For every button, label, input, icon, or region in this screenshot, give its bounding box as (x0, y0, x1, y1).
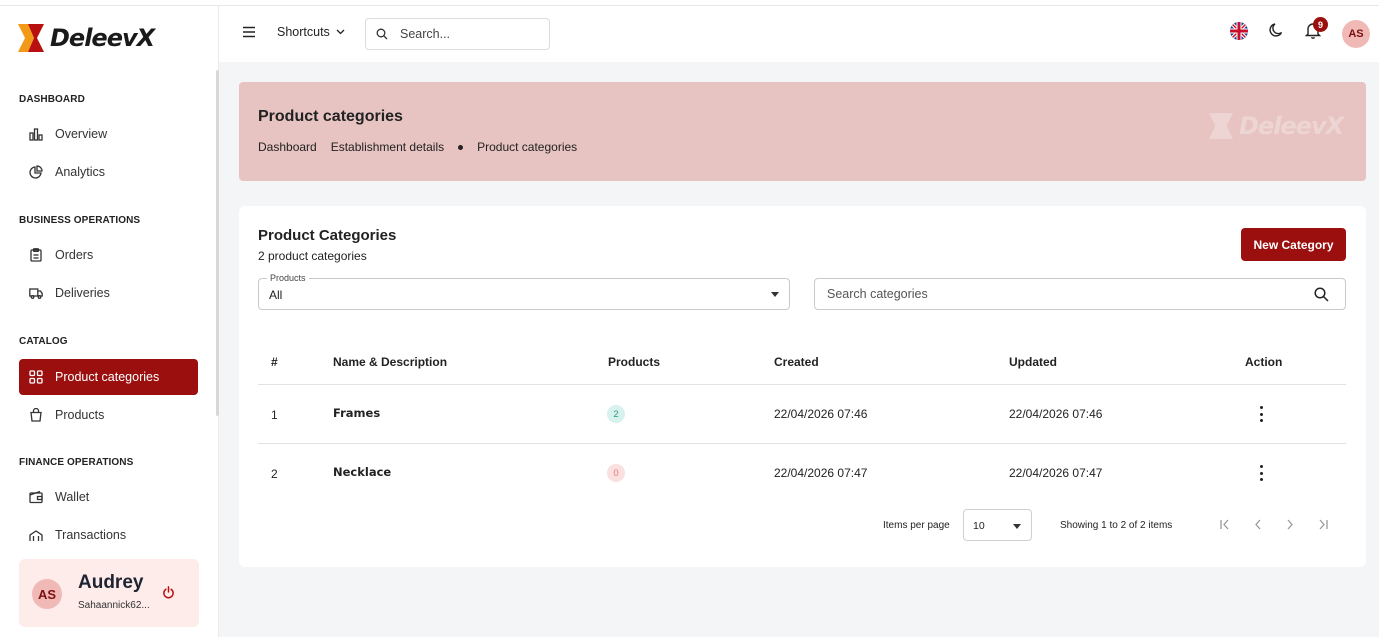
clipboard-icon (29, 248, 43, 262)
page-header-banner: Product categories Dashboard Establishme… (239, 82, 1366, 181)
user-avatar[interactable]: AS (1342, 20, 1370, 48)
user-email: Sahaannick62... (78, 600, 150, 611)
row-number: 1 (271, 408, 278, 422)
uk-flag-icon[interactable] (1230, 22, 1248, 40)
row-number: 2 (271, 467, 278, 481)
products-count-badge: 2 (607, 405, 625, 423)
more-actions-icon[interactable] (1257, 465, 1265, 481)
power-icon[interactable] (162, 586, 175, 599)
truck-icon (29, 286, 43, 300)
search-icon[interactable] (1314, 287, 1329, 302)
dropdown-arrow-icon (771, 292, 779, 297)
section-title-dashboard: DASHBOARD (19, 94, 85, 105)
items-per-page-value: 10 (973, 520, 985, 532)
wallet-icon (29, 490, 43, 504)
page-title: Product categories (258, 108, 403, 125)
categories-card: Product Categories 2 product categories … (239, 206, 1366, 567)
sidebar-item-label: Product categories (55, 370, 160, 384)
section-title-finance-operations: FINANCE OPERATIONS (19, 457, 134, 468)
breadcrumb: Dashboard Establishment details Product … (258, 140, 577, 154)
shortcuts-label: Shortcuts (277, 25, 330, 39)
card-subtitle: 2 product categories (258, 249, 367, 263)
more-actions-icon[interactable] (1257, 406, 1265, 422)
products-count-badge: 0 (607, 464, 625, 482)
new-category-button[interactable]: New Category (1241, 228, 1346, 261)
section-title-catalog: CATALOG (19, 336, 68, 347)
chevron-down-icon (336, 29, 345, 35)
products-filter-label: Products (267, 273, 309, 283)
table-divider (258, 443, 1346, 444)
column-header-products: Products (608, 355, 661, 369)
bar-chart-icon (29, 127, 43, 141)
previous-page-icon[interactable] (1250, 516, 1266, 532)
row-created: 22/04/2026 07:47 (774, 466, 868, 480)
menu-icon[interactable] (242, 26, 256, 38)
logo-mark-icon (18, 24, 44, 52)
row-name: Frames (333, 406, 381, 420)
sidebar-item-label: Deliveries (55, 286, 110, 300)
sidebar-item-deliveries[interactable]: Deliveries (19, 275, 198, 311)
sidebar-item-label: Analytics (55, 165, 106, 179)
row-updated: 22/04/2026 07:47 (1009, 466, 1103, 480)
user-name: Audrey (78, 572, 144, 593)
top-bar: Shortcuts 9 AS (219, 6, 1379, 62)
products-filter-value: All (269, 288, 283, 302)
breadcrumb-current: Product categories (477, 140, 578, 154)
breadcrumb-dashboard[interactable]: Dashboard (258, 140, 317, 154)
shortcuts-menu[interactable]: Shortcuts (277, 25, 345, 39)
notification-badge: 9 (1313, 17, 1328, 32)
banner-watermark-logo: DeleevX (1209, 112, 1344, 140)
sidebar-item-products[interactable]: Products (19, 397, 198, 433)
items-per-page-label: Items per page (883, 520, 950, 531)
user-card[interactable]: AS Audrey Sahaannick62... (19, 559, 199, 627)
pagination-summary: Showing 1 to 2 of 2 items (1060, 520, 1173, 531)
next-page-icon[interactable] (1282, 516, 1298, 532)
sidebar-item-wallet[interactable]: Wallet (19, 479, 198, 515)
sidebar-item-label: Orders (55, 248, 94, 262)
sidebar-scrollbar[interactable] (216, 70, 219, 416)
breadcrumb-separator (458, 144, 464, 150)
row-created: 22/04/2026 07:46 (774, 407, 868, 421)
grid-icon (29, 370, 43, 384)
table-divider (258, 384, 1346, 385)
moon-icon[interactable] (1269, 22, 1285, 38)
search-icon (376, 28, 388, 40)
sidebar-item-product-categories[interactable]: Product categories (19, 359, 198, 395)
column-header-number: # (271, 355, 278, 369)
products-filter-select[interactable]: Products All (258, 273, 790, 310)
column-header-name: Name & Description (333, 355, 448, 369)
app-logo[interactable]: DeleevX (18, 24, 155, 52)
row-updated: 22/04/2026 07:46 (1009, 407, 1103, 421)
sidebar-item-label: Transactions (55, 528, 127, 542)
first-page-icon[interactable] (1217, 516, 1233, 532)
card-title: Product Categories (258, 227, 397, 244)
breadcrumb-establishment-details[interactable]: Establishment details (331, 140, 444, 154)
sidebar-item-transactions[interactable]: Transactions (19, 517, 198, 553)
last-page-icon[interactable] (1315, 516, 1331, 532)
dropdown-arrow-icon (1013, 524, 1021, 529)
global-search[interactable] (365, 18, 550, 50)
watermark-text: DeleevX (1239, 112, 1344, 140)
sidebar-item-orders[interactable]: Orders (19, 237, 198, 273)
shopping-bag-icon (29, 408, 43, 422)
sidebar-item-overview[interactable]: Overview (19, 116, 198, 152)
avatar: AS (32, 579, 62, 609)
category-search[interactable] (814, 278, 1346, 310)
logo-text: DeleevX (50, 24, 155, 52)
column-header-created: Created (774, 355, 819, 369)
sidebar: DeleevX DASHBOARD Overview Analytics BUS… (0, 6, 219, 637)
category-search-input[interactable] (827, 287, 1287, 301)
section-title-business-operations: BUSINESS OPERATIONS (19, 215, 141, 226)
sidebar-item-label: Overview (55, 127, 108, 141)
transactions-icon (29, 528, 43, 542)
search-input[interactable] (400, 27, 530, 41)
sidebar-item-analytics[interactable]: Analytics (19, 154, 198, 190)
sidebar-item-label: Wallet (55, 490, 90, 504)
row-name: Necklace (333, 465, 392, 479)
sidebar-item-label: Products (55, 408, 105, 422)
pie-chart-icon (29, 165, 43, 179)
column-header-updated: Updated (1009, 355, 1057, 369)
column-header-action: Action (1245, 355, 1283, 369)
items-per-page-select[interactable]: 10 (963, 509, 1032, 541)
